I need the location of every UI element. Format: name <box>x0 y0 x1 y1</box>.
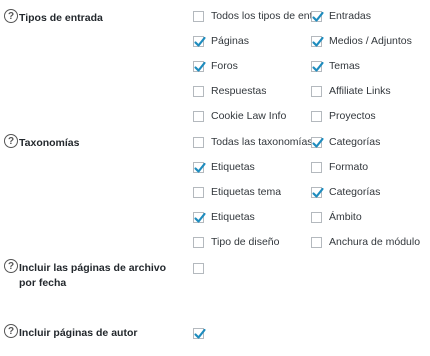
checkbox[interactable] <box>311 85 322 97</box>
taxonomies-option[interactable]: Etiquetas <box>193 209 255 225</box>
post-types-option[interactable]: Todos los tipos de entr <box>193 8 316 24</box>
option-label: Tipo de diseño <box>211 236 280 248</box>
archive-dates-option[interactable] <box>193 260 211 276</box>
option-label: Etiquetas <box>211 211 255 223</box>
taxonomies-option[interactable]: Todas las taxonomías <box>193 134 313 150</box>
checkbox[interactable] <box>311 161 322 173</box>
checkbox[interactable] <box>311 236 322 248</box>
option-label: Foros <box>211 60 238 72</box>
option-label: Cookie Law Info <box>211 110 287 122</box>
help-icon[interactable]: ? <box>4 259 18 273</box>
checkbox[interactable] <box>193 236 204 248</box>
post-types-option[interactable]: Foros <box>193 58 238 74</box>
author-pages-option[interactable] <box>193 325 211 341</box>
post-types-option[interactable]: Medios / Adjuntos <box>311 33 412 49</box>
check-icon <box>194 212 206 223</box>
author-pages-checkbox[interactable] <box>193 327 206 339</box>
taxonomies-option[interactable]: Tipo de diseño <box>193 234 280 250</box>
author-pages-label: Incluir páginas de autor <box>19 327 138 339</box>
option-label: Respuestas <box>211 85 267 97</box>
taxonomies-option[interactable]: Categorías <box>311 184 380 200</box>
checkbox[interactable] <box>311 211 322 223</box>
option-label: Todos los tipos de entr <box>211 10 317 22</box>
option-label: Páginas <box>211 35 249 47</box>
taxonomies-option[interactable]: Anchura de módulo <box>311 234 420 250</box>
archive-dates-label: Incluir las páginas de archivo por fecha <box>19 262 167 289</box>
check-icon <box>312 137 324 148</box>
check-icon <box>194 36 206 47</box>
post-types-option[interactable]: Proyectos <box>311 108 376 124</box>
option-label: Categorías <box>329 186 381 198</box>
help-icon[interactable]: ? <box>4 324 18 338</box>
option-label: Etiquetas tema <box>211 186 282 198</box>
taxonomies-label: Taxonomías <box>19 137 80 149</box>
checkbox[interactable] <box>193 110 204 122</box>
option-label: Categorías <box>329 136 381 148</box>
taxonomies-option[interactable]: Categorías <box>311 134 380 150</box>
taxonomies-option[interactable]: Etiquetas <box>193 159 255 175</box>
checkbox[interactable] <box>193 136 204 148</box>
option-label: Proyectos <box>329 110 376 122</box>
taxonomies-label-group: ? Taxonomías <box>4 134 80 151</box>
check-icon <box>194 162 206 173</box>
checkbox[interactable] <box>193 186 204 198</box>
check-icon <box>312 11 324 22</box>
post-types-option[interactable]: Entradas <box>311 8 371 24</box>
option-label: Todas las taxonomías <box>211 136 313 148</box>
post-types-option[interactable]: Cookie Law Info <box>193 108 286 124</box>
post-types-option[interactable]: Respuestas <box>193 83 266 99</box>
option-label: Medios / Adjuntos <box>329 35 412 47</box>
post-types-option[interactable]: Affiliate Links <box>311 83 391 99</box>
author-pages-label-group: ? Incluir páginas de autor <box>4 324 137 341</box>
option-label: Ámbito <box>329 211 362 223</box>
post-types-option[interactable]: Temas <box>311 58 360 74</box>
checkbox[interactable] <box>311 60 324 72</box>
post-types-label: Tipos de entrada <box>19 12 103 24</box>
check-icon <box>194 328 206 339</box>
option-label: Entradas <box>329 10 372 22</box>
checkbox[interactable] <box>193 85 204 97</box>
checkbox[interactable] <box>193 60 206 72</box>
option-label: Formato <box>329 161 369 173</box>
check-icon <box>312 187 324 198</box>
checkbox[interactable] <box>311 35 324 47</box>
check-icon <box>194 61 206 72</box>
help-icon[interactable]: ? <box>4 9 18 23</box>
option-label: Anchura de módulo <box>329 236 421 248</box>
checkbox[interactable] <box>193 35 206 47</box>
checkbox[interactable] <box>311 186 324 198</box>
check-icon <box>312 36 324 47</box>
option-label: Temas <box>329 60 360 72</box>
archive-dates-label-group: ? Incluir las páginas de archivo por fec… <box>4 259 169 291</box>
taxonomies-option[interactable]: Ámbito <box>311 209 362 225</box>
option-label: Etiquetas <box>211 161 255 173</box>
post-types-option[interactable]: Páginas <box>193 33 249 49</box>
checkbox[interactable] <box>311 136 324 148</box>
post-types-label-group: ? Tipos de entrada <box>4 9 103 26</box>
archive-dates-checkbox[interactable] <box>193 262 204 274</box>
taxonomies-option[interactable]: Formato <box>311 159 368 175</box>
taxonomies-option[interactable]: Etiquetas tema <box>193 184 281 200</box>
checkbox[interactable] <box>193 161 206 173</box>
check-icon <box>312 61 324 72</box>
checkbox[interactable] <box>193 211 206 223</box>
checkbox[interactable] <box>311 10 324 22</box>
checkbox[interactable] <box>311 110 322 122</box>
checkbox[interactable] <box>193 10 204 22</box>
option-label: Affiliate Links <box>329 85 391 97</box>
help-icon[interactable]: ? <box>4 134 18 148</box>
